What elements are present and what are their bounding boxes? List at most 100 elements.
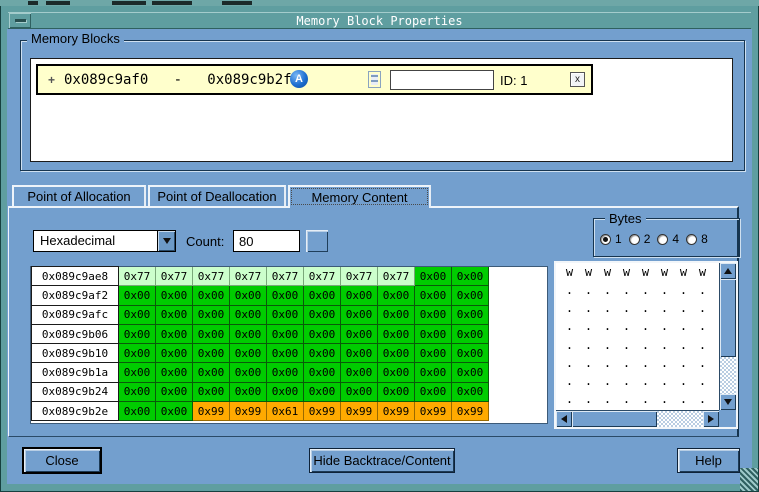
format-select-arrow-button[interactable] [157, 231, 175, 251]
memory-table-row[interactable]: 0x089c9b2e0x000x000x990x990x610x990x990x… [31, 402, 547, 421]
memory-value-cell[interactable]: 0x00 [415, 363, 452, 382]
memory-table-row[interactable]: 0x089c9b060x000x000x000x000x000x000x000x… [31, 325, 547, 344]
memory-value-cell[interactable]: 0x00 [341, 306, 378, 325]
vertical-scrollbar[interactable] [719, 263, 736, 410]
memory-value-cell[interactable]: 0x77 [193, 267, 230, 286]
memory-table-row[interactable]: 0x089c9ae80x770x770x770x770x770x770x770x… [31, 267, 547, 286]
memory-value-cell[interactable]: 0x00 [230, 306, 267, 325]
memory-value-cell[interactable]: 0x00 [304, 306, 341, 325]
memory-value-cell[interactable]: 0x00 [193, 325, 230, 344]
memory-value-cell[interactable]: 0x00 [415, 306, 452, 325]
memory-value-cell[interactable]: 0x00 [304, 325, 341, 344]
memory-value-cell[interactable]: 0x00 [378, 363, 415, 382]
memory-table[interactable]: 0x089c9ae80x770x770x770x770x770x770x770x… [30, 266, 548, 424]
memory-value-cell[interactable]: 0x00 [267, 344, 304, 363]
scroll-up-button[interactable] [720, 263, 736, 279]
memory-value-cell[interactable]: 0x00 [267, 363, 304, 382]
memory-value-cell[interactable]: 0x00 [119, 383, 156, 402]
memory-value-cell[interactable]: 0x00 [378, 344, 415, 363]
memory-value-cell[interactable]: 0x00 [193, 363, 230, 382]
count-apply-button[interactable] [306, 230, 328, 252]
memory-value-cell[interactable]: 0x00 [452, 383, 489, 402]
memory-value-cell[interactable]: 0x00 [267, 306, 304, 325]
memory-value-cell[interactable]: 0x00 [304, 383, 341, 402]
address-cell[interactable]: 0x089c9ae8 [31, 266, 119, 286]
memory-value-cell[interactable]: 0x99 [415, 402, 452, 421]
memory-value-cell[interactable]: 0x00 [452, 267, 489, 286]
resize-grip[interactable] [740, 468, 758, 491]
memory-value-cell[interactable]: 0x00 [378, 383, 415, 402]
memory-value-cell[interactable]: 0x00 [267, 286, 304, 305]
memory-value-cell[interactable]: 0x99 [230, 402, 267, 421]
bytes-radio-2[interactable]: 2 [629, 232, 651, 246]
format-select[interactable]: Hexadecimal [33, 230, 176, 252]
memory-value-cell[interactable]: 0x00 [341, 344, 378, 363]
horizontal-scrollbar-track[interactable] [657, 411, 703, 427]
memory-value-cell[interactable]: 0x99 [378, 402, 415, 421]
memory-value-cell[interactable]: 0x77 [267, 267, 304, 286]
memory-value-cell[interactable]: 0x00 [119, 402, 156, 421]
radio-checked-icon[interactable] [600, 234, 611, 245]
memory-value-cell[interactable]: 0x00 [156, 402, 193, 421]
tab-memory-content[interactable]: Memory Content [288, 185, 431, 208]
memory-value-cell[interactable]: 0x00 [119, 325, 156, 344]
memory-value-cell[interactable]: 0x00 [267, 325, 304, 344]
memory-value-cell[interactable]: 0x00 [452, 306, 489, 325]
help-button[interactable]: Help [677, 448, 740, 473]
backtrace-icon[interactable] [368, 71, 381, 88]
memory-value-cell[interactable]: 0x00 [378, 306, 415, 325]
memory-value-cell[interactable]: 0x00 [452, 286, 489, 305]
memory-value-cell[interactable]: 0x00 [341, 286, 378, 305]
memory-table-row[interactable]: 0x089c9b100x000x000x000x000x000x000x000x… [31, 344, 547, 363]
memory-value-cell[interactable]: 0x00 [156, 363, 193, 382]
memory-value-cell[interactable]: 0x00 [267, 383, 304, 402]
memory-value-cell[interactable]: 0x00 [341, 363, 378, 382]
memory-table-row[interactable]: 0x089c9b1a0x000x000x000x000x000x000x000x… [31, 363, 547, 382]
memory-value-cell[interactable]: 0x00 [415, 286, 452, 305]
remove-block-button[interactable]: x [570, 72, 585, 87]
scroll-down-button[interactable] [720, 394, 736, 410]
memory-value-cell[interactable]: 0x00 [156, 286, 193, 305]
memory-table-row[interactable]: 0x089c9afc0x000x000x000x000x000x000x000x… [31, 306, 547, 325]
scroll-left-button[interactable] [556, 411, 572, 427]
block-label-input[interactable] [390, 70, 494, 90]
memory-value-cell[interactable]: 0x00 [230, 325, 267, 344]
memory-value-cell[interactable]: 0x00 [156, 325, 193, 344]
memory-value-cell[interactable]: 0x00 [415, 344, 452, 363]
memory-value-cell[interactable]: 0x00 [415, 325, 452, 344]
expander-icon[interactable]: + [48, 73, 55, 87]
close-button[interactable]: Close [22, 447, 102, 474]
memory-value-cell[interactable]: 0x77 [304, 267, 341, 286]
memory-value-cell[interactable]: 0x00 [119, 306, 156, 325]
memory-value-cell[interactable]: 0x77 [156, 267, 193, 286]
memory-value-cell[interactable]: 0x00 [193, 286, 230, 305]
memory-value-cell[interactable]: 0x61 [267, 402, 304, 421]
memory-value-cell[interactable]: 0x77 [341, 267, 378, 286]
memory-value-cell[interactable]: 0x99 [452, 402, 489, 421]
title-bar[interactable]: Memory Block Properties [8, 12, 751, 29]
tab-point-of-deallocation[interactable]: Point of Deallocation [148, 185, 286, 206]
memory-value-cell[interactable]: 0x00 [193, 383, 230, 402]
address-cell[interactable]: 0x089c9b06 [31, 324, 119, 344]
address-cell[interactable]: 0x089c9b1a [31, 362, 119, 382]
memory-table-row[interactable]: 0x089c9af20x000x000x000x000x000x000x000x… [31, 286, 547, 305]
radio-icon[interactable] [657, 234, 668, 245]
address-cell[interactable]: 0x089c9af2 [31, 285, 119, 305]
memory-value-cell[interactable]: 0x00 [230, 344, 267, 363]
radio-icon[interactable] [629, 234, 640, 245]
memory-value-cell[interactable]: 0x00 [230, 363, 267, 382]
memory-value-cell[interactable]: 0x00 [452, 325, 489, 344]
bytes-radio-4[interactable]: 4 [657, 232, 679, 246]
memory-value-cell[interactable]: 0x00 [156, 383, 193, 402]
memory-value-cell[interactable]: 0x00 [341, 325, 378, 344]
count-input[interactable] [233, 230, 300, 252]
memory-value-cell[interactable]: 0x00 [304, 363, 341, 382]
bytes-radio-1[interactable]: 1 [600, 232, 622, 246]
memory-value-cell[interactable]: 0x00 [452, 344, 489, 363]
scroll-right-button[interactable] [703, 411, 719, 427]
ascii-content[interactable]: wwwwwwww................................… [556, 263, 719, 410]
memory-value-cell[interactable]: 0x00 [119, 344, 156, 363]
memory-value-cell[interactable]: 0x99 [193, 402, 230, 421]
memory-value-cell[interactable]: 0x00 [452, 363, 489, 382]
memory-value-cell[interactable]: 0x00 [193, 306, 230, 325]
